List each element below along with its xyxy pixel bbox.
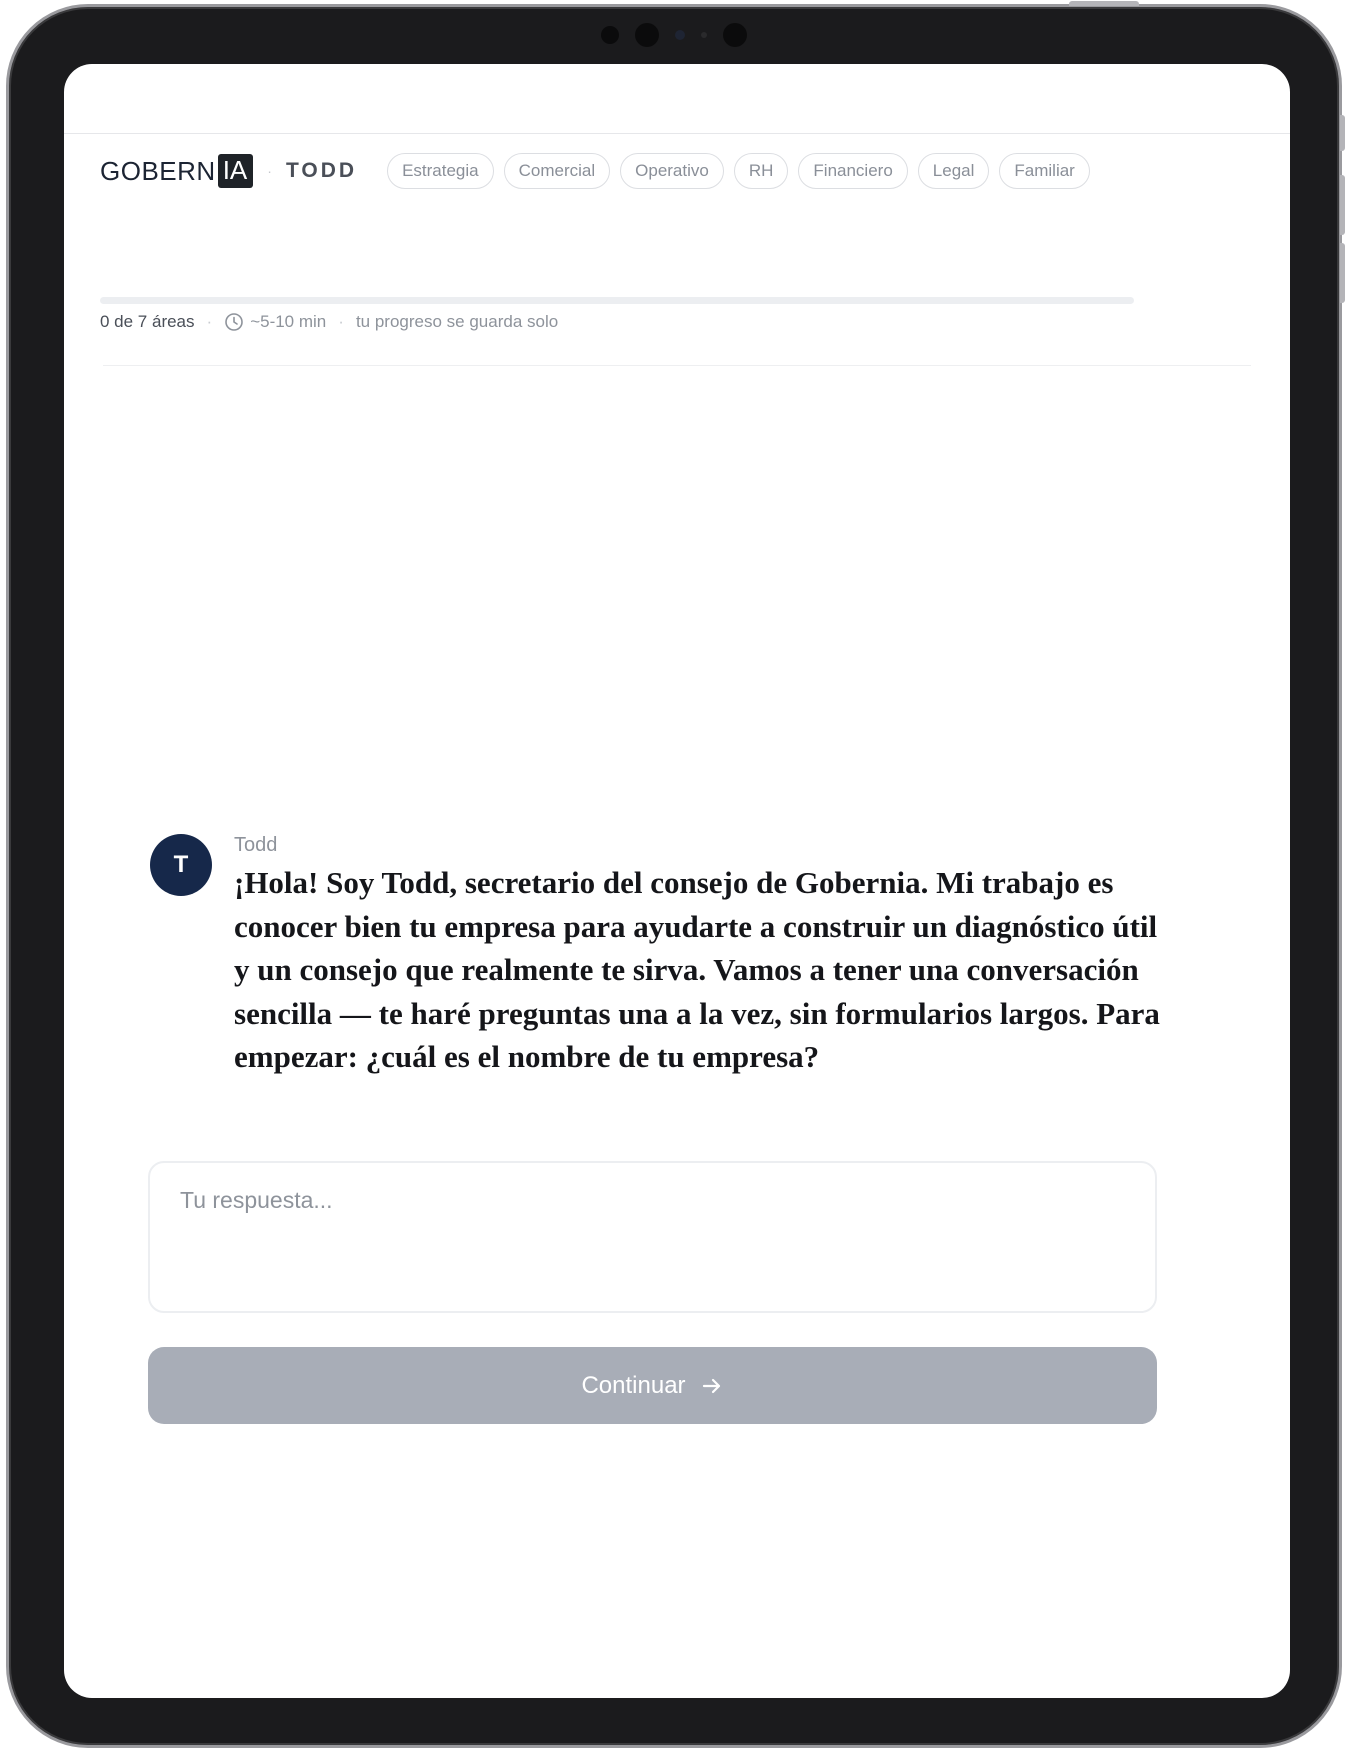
area-chip-comercial[interactable]: Comercial: [503, 153, 611, 189]
message-body: Todd ¡Hola! Soy Todd, secretario del con…: [234, 834, 1160, 1079]
sender-name: Todd: [234, 834, 278, 856]
progress-bar: [100, 297, 1134, 304]
areas-count: 0 de 7 áreas: [100, 312, 195, 331]
top-button: [1069, 1, 1139, 6]
message-text: ¡Hola! Soy Todd, secretario del consejo …: [234, 865, 1160, 1074]
continue-button[interactable]: Continuar: [148, 1347, 1157, 1424]
light-sensor-icon: [701, 32, 707, 38]
continue-label: Continuar: [581, 1371, 686, 1399]
header-row: GOBERN IA · TODD Estrategia Comercial Op…: [100, 153, 1134, 189]
area-chips: Estrategia Comercial Operativo RH Financ…: [387, 153, 1090, 189]
autosave-note: tu progreso se guarda solo: [355, 312, 559, 331]
area-chip-legal[interactable]: Legal: [917, 153, 990, 189]
area-chip-rh[interactable]: RH: [733, 153, 789, 189]
separator-dot: ·: [267, 163, 272, 179]
arrow-right-icon: [702, 1378, 720, 1393]
progress-meta: 0 de 7 áreas · ~5-10 min · tu progreso s…: [100, 312, 558, 332]
volume-up-button: [1340, 175, 1345, 235]
status-area: [64, 64, 1290, 134]
logo-box: IA: [217, 154, 254, 188]
clock-icon: [225, 313, 243, 331]
logo[interactable]: GOBERN IA: [100, 154, 254, 188]
lens-icon: [675, 30, 685, 40]
area-chip-operativo[interactable]: Operativo: [620, 153, 724, 189]
face-id-icon: [723, 23, 747, 47]
tablet-frame: GOBERN IA · TODD Estrategia Comercial Op…: [6, 1, 1345, 1748]
camera-bar: [601, 23, 747, 47]
separator-dot: ·: [338, 312, 344, 331]
sensor-icon: [601, 26, 619, 44]
side-button: [1340, 115, 1345, 151]
separator-dot: ·: [206, 312, 213, 331]
volume-down-button: [1340, 243, 1345, 303]
answer-input[interactable]: [148, 1161, 1157, 1313]
assistant-name: TODD: [285, 159, 358, 182]
area-chip-financiero[interactable]: Financiero: [798, 153, 908, 189]
estimated-time: ~5-10 min: [250, 312, 327, 331]
avatar: T: [150, 834, 212, 896]
camera-icon: [635, 23, 659, 47]
logo-text: GOBERN: [100, 155, 216, 186]
area-chip-familiar[interactable]: Familiar: [999, 153, 1090, 189]
app-screen: GOBERN IA · TODD Estrategia Comercial Op…: [64, 64, 1290, 1698]
area-chip-estrategia[interactable]: Estrategia: [387, 153, 494, 189]
